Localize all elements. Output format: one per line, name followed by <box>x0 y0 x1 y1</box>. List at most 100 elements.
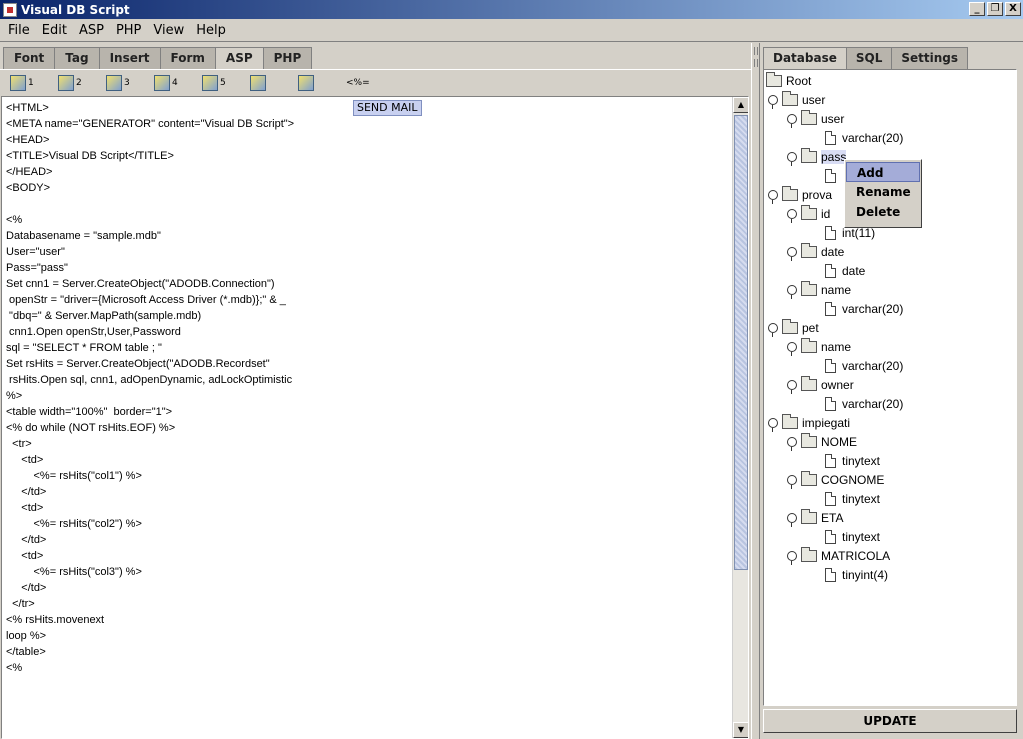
code-line: openStr = "driver={Microsoft Access Driv… <box>6 294 286 306</box>
context-menu-add[interactable]: Add <box>846 162 920 182</box>
tree-folder[interactable]: date <box>787 243 844 261</box>
tree-leaf[interactable]: tinytext <box>825 452 880 470</box>
expand-toggle-icon[interactable] <box>787 152 797 166</box>
expand-toggle-icon[interactable] <box>787 342 797 356</box>
splitter[interactable] <box>751 43 760 739</box>
folder-icon <box>782 186 798 201</box>
scroll-thumb[interactable] <box>734 115 748 570</box>
window-title: Visual DB Script <box>21 2 130 17</box>
expand-toggle-icon[interactable] <box>787 513 797 527</box>
tree-folder[interactable]: impiegati <box>768 414 850 432</box>
splitter-grip-icon[interactable] <box>754 47 758 55</box>
splitter-grip-icon[interactable] <box>754 59 758 67</box>
code-line: <% <box>6 662 23 674</box>
maximize-button[interactable]: ❐ <box>987 2 1003 16</box>
tree-leaf[interactable]: varchar(20) <box>825 395 903 413</box>
tree-leaf[interactable]: date <box>825 262 865 280</box>
tree-leaf[interactable] <box>825 167 842 185</box>
expand-toggle-icon[interactable] <box>768 323 778 337</box>
tree-folder[interactable]: owner <box>787 376 854 394</box>
tree-folder[interactable]: user <box>787 110 844 128</box>
tree-leaf[interactable]: varchar(20) <box>825 357 903 375</box>
tree-leaf[interactable]: tinytext <box>825 528 880 546</box>
menu-view[interactable]: View <box>147 23 190 38</box>
tree-folder[interactable]: COGNOME <box>787 471 884 489</box>
toolbar-button-6[interactable] <box>250 73 298 93</box>
tree-folder[interactable]: name <box>787 338 851 356</box>
expand-toggle-icon[interactable] <box>787 114 797 128</box>
expand-toggle-icon[interactable] <box>787 437 797 451</box>
send-mail-button[interactable]: SEND MAIL <box>353 100 422 116</box>
code-line: </td> <box>6 582 47 594</box>
tree-folder[interactable]: NOME <box>787 433 857 451</box>
close-button[interactable]: X <box>1005 2 1021 16</box>
database-tabs: Database SQL Settings <box>763 47 969 70</box>
scroll-down-icon[interactable]: ▼ <box>733 722 748 738</box>
toolbar-button-3[interactable]: 3 <box>106 73 154 93</box>
expand-toggle-icon[interactable] <box>787 247 797 261</box>
toolbar-button-2[interactable]: 2 <box>58 73 106 93</box>
expand-toggle-icon[interactable] <box>768 418 778 432</box>
file-icon <box>825 226 836 240</box>
tree-node-label: tinytext <box>842 492 881 506</box>
expand-toggle-icon[interactable] <box>768 190 778 204</box>
tree-node-label: Root <box>786 74 812 88</box>
toolbar-button-4[interactable]: 4 <box>154 73 202 93</box>
expand-toggle-icon[interactable] <box>787 380 797 394</box>
tab-sql[interactable]: SQL <box>845 47 893 69</box>
expand-toggle-icon[interactable] <box>787 285 797 299</box>
expand-toggle-icon[interactable] <box>768 95 778 109</box>
minimize-button[interactable]: _ <box>969 2 985 16</box>
tree-folder[interactable]: pass <box>787 148 847 166</box>
code-editor[interactable]: <HTML> <META name="GENERATOR" content="Vi… <box>1 96 749 739</box>
expand-toggle-icon[interactable] <box>787 475 797 489</box>
tab-php[interactable]: PHP <box>262 47 313 69</box>
file-icon <box>825 131 836 145</box>
tree-folder[interactable]: MATRICOLA <box>787 547 890 565</box>
folder-icon <box>801 471 817 486</box>
tab-form[interactable]: Form <box>159 47 216 69</box>
file-icon <box>825 359 836 373</box>
context-menu-delete[interactable]: Delete <box>846 202 920 222</box>
tree-node-label: MATRICOLA <box>821 549 891 563</box>
toolbar-button-8[interactable]: <%= <box>346 73 394 93</box>
tab-tag[interactable]: Tag <box>54 47 100 69</box>
tree-leaf[interactable]: varchar(20) <box>825 129 903 147</box>
context-menu-rename[interactable]: Rename <box>846 182 920 202</box>
code-text[interactable]: <HTML> <META name="GENERATOR" content="Vi… <box>6 100 726 738</box>
menu-asp[interactable]: ASP <box>73 23 110 38</box>
code-line: </td> <box>6 486 47 498</box>
tab-insert[interactable]: Insert <box>98 47 161 69</box>
scroll-up-icon[interactable]: ▲ <box>733 97 748 113</box>
tree-folder[interactable]: Root <box>766 72 811 90</box>
editor-scrollbar[interactable]: ▲ ▼ <box>732 97 748 738</box>
tree-folder[interactable]: ETA <box>787 509 843 527</box>
tab-settings[interactable]: Settings <box>891 47 969 69</box>
update-button[interactable]: UPDATE <box>763 709 1017 733</box>
expand-toggle-icon[interactable] <box>787 209 797 223</box>
code-line: loop %> <box>6 630 47 642</box>
expand-toggle-icon[interactable] <box>787 551 797 565</box>
tree-leaf[interactable]: tinyint(4) <box>825 566 888 584</box>
toolbar-button-label: 4 <box>172 77 178 88</box>
tab-font[interactable]: Font <box>3 47 56 69</box>
tree-leaf[interactable]: varchar(20) <box>825 300 903 318</box>
toolbar-button-7[interactable] <box>298 73 346 93</box>
tree-folder[interactable]: pet <box>768 319 819 337</box>
tree-leaf[interactable]: tinytext <box>825 490 880 508</box>
tree-node-label: name <box>821 283 852 297</box>
tree-folder[interactable]: prova <box>768 186 832 204</box>
tree-folder[interactable]: user <box>768 91 825 109</box>
tree-folder[interactable]: id <box>787 205 830 223</box>
menu-file[interactable]: File <box>2 23 36 38</box>
menu-php[interactable]: PHP <box>110 23 147 38</box>
toolbar-button-label: 1 <box>28 77 34 88</box>
menu-edit[interactable]: Edit <box>36 23 73 38</box>
tree-node-label: pet <box>802 321 819 335</box>
toolbar-button-5[interactable]: 5 <box>202 73 250 93</box>
tree-folder[interactable]: name <box>787 281 851 299</box>
menu-help[interactable]: Help <box>190 23 232 38</box>
toolbar-button-1[interactable]: 1 <box>10 73 58 93</box>
tab-database[interactable]: Database <box>763 47 847 70</box>
tab-asp[interactable]: ASP <box>214 47 264 70</box>
